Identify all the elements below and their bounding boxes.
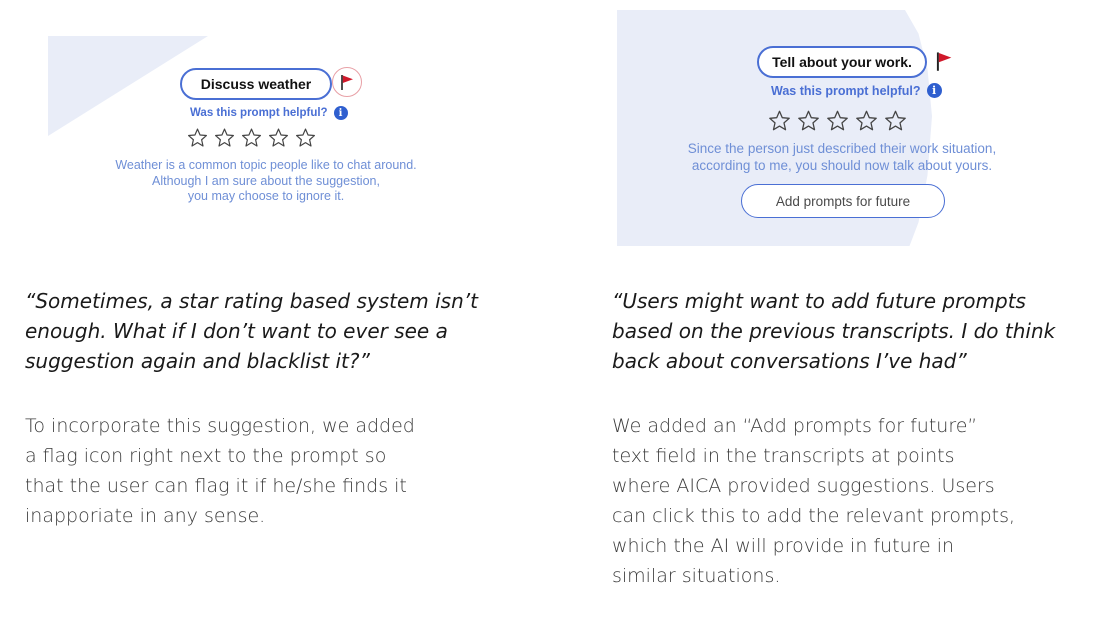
prompt-suggestion-button[interactable]: Discuss weather: [180, 68, 332, 100]
helpful-question: Was this prompt helpful?: [190, 107, 328, 119]
prompt-label: Discuss weather: [200, 76, 312, 92]
info-icon[interactable]: i: [926, 83, 942, 98]
prompt-label: Tell about your work.: [772, 54, 912, 70]
flag-feature-mockup: Discuss weather Was this prompt helpful?…: [48, 36, 468, 221]
user-quote-future-prompts: “Users might want to add future prompts …: [612, 289, 1056, 373]
star-icon-4[interactable]: [267, 127, 290, 149]
design-response-flag: To incorporate this suggestion, we added…: [25, 415, 415, 527]
star-icon-4[interactable]: [854, 109, 879, 133]
design-response-future-prompts: We added an “Add prompts for future” tex…: [612, 415, 1016, 587]
helpful-question: Was this prompt helpful?: [771, 83, 921, 98]
star-icon-2[interactable]: [213, 127, 236, 149]
star-icon-3[interactable]: [240, 127, 263, 149]
star-icon-1[interactable]: [186, 127, 209, 149]
star-icon-1[interactable]: [767, 109, 792, 133]
helpful-question-row: Was this prompt helpful? i: [771, 83, 942, 98]
star-icon-2[interactable]: [796, 109, 821, 133]
star-icon-5[interactable]: [883, 109, 908, 133]
add-prompts-button[interactable]: Add prompts for future: [741, 184, 945, 218]
red-flag-icon[interactable]: [933, 50, 955, 72]
star-icon-5[interactable]: [294, 127, 317, 149]
star-rating: [186, 127, 317, 149]
helpful-question-row: Was this prompt helpful? i: [190, 106, 348, 120]
add-prompts-mockup: Tell about your work. Was this prompt he…: [617, 10, 1067, 246]
red-flag-icon: [341, 75, 353, 90]
suggestion-explanation: Since the person just described their wo…: [687, 141, 997, 173]
user-quote-flag: “Sometimes, a star rating based system i…: [25, 289, 478, 373]
info-icon[interactable]: i: [333, 106, 348, 120]
star-icon-3[interactable]: [825, 109, 850, 133]
add-prompts-label: Add prompts for future: [775, 193, 911, 209]
prompt-suggestion-button[interactable]: Tell about your work.: [757, 46, 927, 78]
star-rating: [767, 109, 908, 133]
suggestion-explanation: Weather is a common topic people like to…: [115, 158, 417, 203]
flag-button[interactable]: [332, 67, 362, 97]
